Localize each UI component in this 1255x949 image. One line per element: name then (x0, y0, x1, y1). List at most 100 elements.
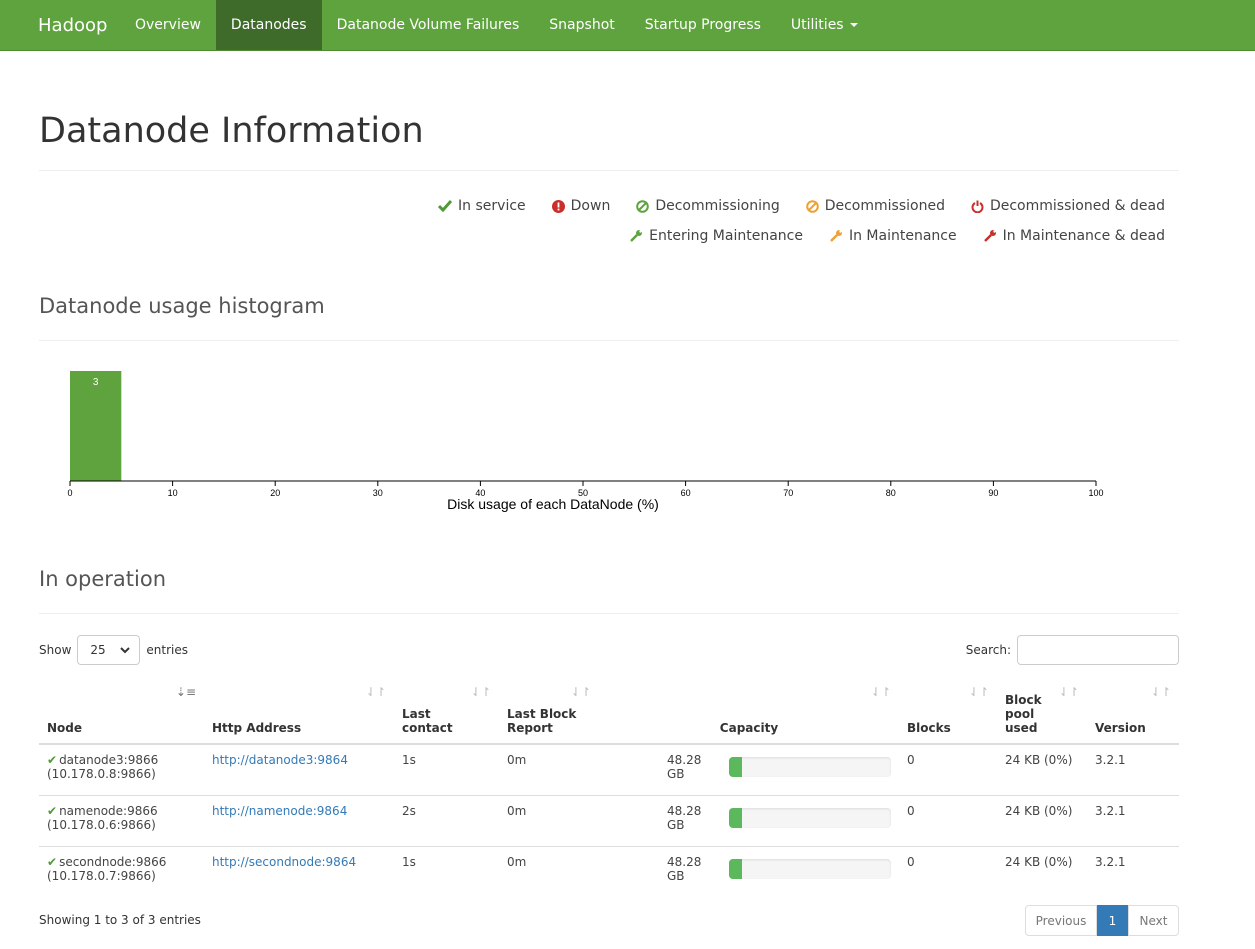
nav-overview[interactable]: Overview (120, 0, 216, 50)
col-last-block-label-1: Last Block (507, 707, 577, 721)
legend-in-maintenance-dead-label: In Maintenance & dead (1002, 228, 1165, 244)
col-pool-label-1: Block (1005, 693, 1042, 707)
node-ip: (10.178.0.7:9866) (47, 868, 156, 883)
legend-decommissioning: Decommissioning (636, 198, 780, 214)
col-version[interactable]: ⇃↾ Version (1087, 680, 1179, 745)
histogram-tick-label: 10 (168, 488, 178, 498)
divider (39, 340, 1179, 341)
http-cell: http://secondnode:9864 (204, 845, 394, 897)
node-cell: ✔ namenode:9866 (10.178.0.6:9866) (39, 794, 204, 846)
search-label: Search: (965, 643, 1011, 657)
version-cell: 3.2.1 (1095, 753, 1126, 767)
capacity-progress (729, 858, 891, 879)
sort-icon: ⇃↾ (1150, 685, 1171, 699)
capacity-progress (729, 807, 891, 828)
col-http[interactable]: ⇃↾ Http Address (204, 680, 394, 745)
histogram-tick-label: 90 (988, 488, 998, 498)
legend-in-service: In service (438, 198, 526, 214)
ban-icon (636, 199, 650, 213)
page-size-select[interactable]: 25 (77, 635, 141, 665)
page-size-value: 25 (90, 643, 106, 657)
histogram-tick-label: 70 (783, 488, 793, 498)
last-block-cell: 0m (499, 794, 599, 846)
node-ip: (10.178.0.6:9866) (47, 817, 156, 832)
previous-button[interactable]: Previous (1025, 905, 1097, 936)
wrench-icon (630, 230, 643, 242)
last-contact-cell: 2s (394, 794, 499, 846)
col-pool-label-3: used (1005, 721, 1038, 735)
pagination: Previous 1 Next (1025, 905, 1179, 936)
node-cell: ✔ datanode3:9866 (10.178.0.8:9866) (39, 744, 204, 795)
col-version-label: Version (1095, 721, 1146, 735)
capacity-cell: 48.28 GB (599, 744, 899, 795)
blocks-cell: 0 (907, 753, 915, 767)
top-navbar: Hadoop Overview Datanodes Datanode Volum… (0, 0, 1255, 51)
page-size-control: Show 25 entries (39, 635, 188, 665)
page-1-button[interactable]: 1 (1097, 905, 1128, 936)
nav-volume-failures[interactable]: Datanode Volume Failures (322, 0, 535, 50)
sort-icon: ⇃↾ (870, 685, 891, 699)
nav-datanodes[interactable]: Datanodes (215, 0, 322, 50)
pool-cell: 24 KB (0%) (997, 845, 1087, 897)
histogram-title: Datanode usage histogram (39, 294, 325, 318)
legend-down-label: Down (570, 198, 611, 214)
legend-in-maintenance: In Maintenance (829, 228, 957, 244)
http-link[interactable]: http://namenode:9864 (212, 804, 347, 818)
col-pool[interactable]: ⇃↾ Block pool used (997, 680, 1087, 745)
histogram-tick-label: 20 (270, 488, 280, 498)
legend-entering-maintenance-label: Entering Maintenance (649, 228, 803, 244)
legend-in-service-label: In service (458, 198, 526, 214)
status-legend: In service Down Decommissioning Decommis… (412, 191, 1165, 251)
usage-histogram: 3 0 10 20 30 40 50 60 70 80 90 100 Disk usage of e… (67, 371, 1104, 512)
search-input[interactable] (1017, 635, 1179, 665)
col-node[interactable]: ⇣≡ Node (39, 680, 204, 745)
capacity-progress-fill (729, 807, 742, 828)
blocks-cell: 0 (899, 794, 997, 846)
col-pool-label-2: pool (1005, 707, 1035, 721)
table-header-row: ⇣≡ Node ⇃↾ Http Address ⇃↾ Last contact ⇃↾ La… (39, 680, 1179, 745)
nav-utilities[interactable]: Utilities (776, 0, 873, 50)
col-blocks-label: Blocks (907, 721, 951, 735)
page-title: Datanode Information (39, 111, 424, 151)
capacity-progress (729, 757, 891, 777)
last-contact-cell: 1s (402, 753, 416, 767)
node-ip: (10.178.0.8:9866) (47, 767, 156, 781)
histogram-tick-label: 60 (681, 488, 691, 498)
col-capacity[interactable]: ⇃↾ Capacity (599, 680, 899, 745)
pool-cell: 24 KB (0%) (997, 794, 1087, 846)
legend-in-maintenance-label: In Maintenance (848, 228, 957, 244)
col-http-label: Http Address (212, 721, 302, 735)
http-link[interactable]: http://secondnode:9864 (212, 855, 356, 869)
capacity-text: 48.28 GB (667, 803, 702, 832)
wrench-icon (983, 230, 996, 242)
version-cell: 3.2.1 (1087, 845, 1179, 897)
col-last-contact-label-2: contact (402, 721, 453, 735)
entries-label: entries (146, 643, 188, 657)
page-header: Datanode Information (39, 51, 1179, 171)
node-name: secondnode:9866 (59, 854, 167, 869)
nav-startup-progress[interactable]: Startup Progress (630, 0, 776, 50)
legend-down: Down (551, 198, 611, 214)
col-last-block[interactable]: ⇃↾ Last Block Report (499, 680, 599, 745)
col-last-contact-label-1: Last (402, 707, 431, 721)
in-operation-title: In operation (39, 567, 167, 591)
check-icon: ✔ (47, 753, 58, 767)
next-button[interactable]: Next (1128, 905, 1179, 936)
node-cell: ✔ secondnode:9866 (10.178.0.7:9866) (39, 845, 204, 897)
table-row: ✔ datanode3:9866 (10.178.0.8:9866) http://… (39, 744, 1179, 795)
wrench-icon (830, 230, 842, 242)
search-control: Search: (966, 635, 1179, 665)
capacity-cell: 48.28 GB (599, 794, 899, 846)
http-link[interactable]: http://datanode3:9864 (212, 753, 348, 767)
datanode-table: ⇣≡ Node ⇃↾ Http Address ⇃↾ Last contact ⇃↾ La… (39, 680, 1179, 897)
blocks-cell: 0 (899, 845, 997, 897)
col-last-contact[interactable]: ⇃↾ Last contact (394, 680, 499, 745)
sort-icon: ⇃↾ (968, 685, 989, 699)
nav-snapshot[interactable]: Snapshot (534, 0, 629, 50)
http-cell: http://namenode:9864 (204, 794, 394, 846)
capacity-cell: 48.28 GB (599, 845, 899, 897)
table-row: ✔ secondnode:9866 (10.178.0.7:9866) http:/… (39, 845, 1179, 897)
col-blocks[interactable]: ⇃↾ Blocks (899, 680, 997, 745)
histogram-tick-label: 30 (373, 488, 383, 498)
power-icon (971, 200, 984, 213)
